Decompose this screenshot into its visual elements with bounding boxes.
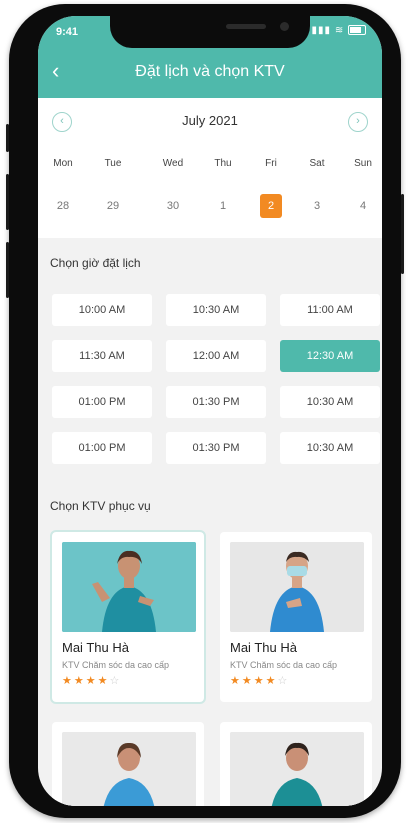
time-slot[interactable]: 11:30 AM xyxy=(52,340,152,372)
next-month-icon[interactable]: › xyxy=(348,112,368,132)
star-icon: ★ xyxy=(85,675,98,687)
battery-icon xyxy=(348,25,366,36)
time-slot[interactable]: 12:00 AM xyxy=(166,340,266,372)
notch xyxy=(110,16,310,48)
status-icons: ▮▮▮ ≋ xyxy=(312,25,366,36)
time-section-label: Chọn giờ đặt lịch xyxy=(50,256,141,270)
star-icon: ★ xyxy=(62,675,74,687)
signal-wifi-icon: ▮▮▮ ≋ xyxy=(311,25,345,36)
calendar-date[interactable]: 30 xyxy=(158,194,188,218)
weekday-label: Mon xyxy=(53,158,73,169)
weekday-label: Thu xyxy=(214,158,232,169)
ktv-card[interactable]: Mai Thu Hà KTV Chăm sóc da cao cấp ★★★★☆ xyxy=(50,530,206,704)
star-icon: ★ xyxy=(230,675,242,687)
calendar-date[interactable]: 4 xyxy=(348,194,378,218)
weekday-label: Fri xyxy=(265,158,277,169)
calendar-date[interactable]: 29 xyxy=(98,194,128,218)
therapist-illustration xyxy=(230,732,364,806)
ktv-description: KTV Chăm sóc da cao cấp xyxy=(230,660,338,670)
ktv-card[interactable] xyxy=(220,722,372,806)
ktv-photo xyxy=(230,542,364,632)
ktv-name: Mai Thu Hà xyxy=(230,640,297,655)
ktv-photo xyxy=(62,732,196,806)
ktv-section-label: Chọn KTV phục vụ xyxy=(50,499,151,513)
calendar-month: July 2021 xyxy=(182,113,238,128)
app-header: 9:41 ▮▮▮ ≋ ‹ Đặt lịch và chọn KTV xyxy=(38,16,382,98)
time-slot[interactable]: 01:00 PM xyxy=(52,386,152,418)
time-slot[interactable]: 01:30 PM xyxy=(166,432,266,464)
therapist-illustration xyxy=(230,542,364,632)
ktv-card[interactable] xyxy=(52,722,204,806)
calendar-date[interactable]: 1 xyxy=(208,194,238,218)
time-slot-selected[interactable]: 12:30 AM xyxy=(280,340,380,372)
calendar-strip: ‹ July 2021 › Mon Tue Wed Thu Fri Sat Su… xyxy=(38,98,382,238)
time-slot[interactable]: 01:00 PM xyxy=(52,432,152,464)
time-slot[interactable]: 11:00 AM xyxy=(280,294,380,326)
star-icon: ★ xyxy=(265,675,278,687)
star-icon: ★ xyxy=(73,675,86,687)
app-screen: 9:41 ▮▮▮ ≋ ‹ Đặt lịch và chọn KTV ‹ July… xyxy=(38,16,382,806)
time-slot[interactable]: 01:30 PM xyxy=(166,386,266,418)
time-slot[interactable]: 10:30 AM xyxy=(280,386,380,418)
time-slot[interactable]: 10:00 AM xyxy=(52,294,152,326)
status-time: 9:41 xyxy=(56,26,79,38)
calendar-date-selected[interactable]: 2 xyxy=(260,194,282,218)
volume-down-button xyxy=(6,242,9,298)
star-icon: ★ xyxy=(241,675,254,687)
star-rating: ★★★★☆ xyxy=(62,674,121,687)
calendar-date[interactable]: 28 xyxy=(48,194,78,218)
star-empty-icon: ☆ xyxy=(109,675,122,687)
weekday-label: Tue xyxy=(104,158,122,169)
calendar-date[interactable]: 3 xyxy=(302,194,332,218)
volume-up-button xyxy=(6,174,9,230)
power-button xyxy=(401,194,404,274)
page-title: Đặt lịch và chọn KTV xyxy=(135,63,285,80)
ktv-photo xyxy=(62,542,196,632)
weekday-label: Sun xyxy=(354,158,372,169)
ktv-description: KTV Chăm sóc da cao cấp xyxy=(62,660,170,670)
therapist-illustration xyxy=(62,732,196,806)
front-camera xyxy=(280,22,289,31)
therapist-illustration xyxy=(62,542,196,632)
ktv-card[interactable]: Mai Thu Hà KTV Chăm sóc da cao cấp ★★★★☆ xyxy=(220,532,372,702)
weekday-label: Wed xyxy=(162,158,184,169)
time-slot-section: Chọn giờ đặt lịch 10:00 AM 10:30 AM 11:0… xyxy=(38,238,382,478)
speaker-grille xyxy=(226,24,266,29)
time-slot[interactable]: 10:30 AM xyxy=(166,294,266,326)
ktv-name: Mai Thu Hà xyxy=(62,640,129,655)
star-icon: ★ xyxy=(97,675,110,687)
weekday-label: Sat xyxy=(309,158,325,169)
star-icon: ★ xyxy=(253,675,266,687)
ktv-photo xyxy=(230,732,364,806)
star-empty-icon: ☆ xyxy=(277,675,290,687)
star-rating: ★★★★☆ xyxy=(230,674,289,687)
mute-switch xyxy=(6,124,9,152)
time-slot[interactable]: 10:30 AM xyxy=(280,432,380,464)
